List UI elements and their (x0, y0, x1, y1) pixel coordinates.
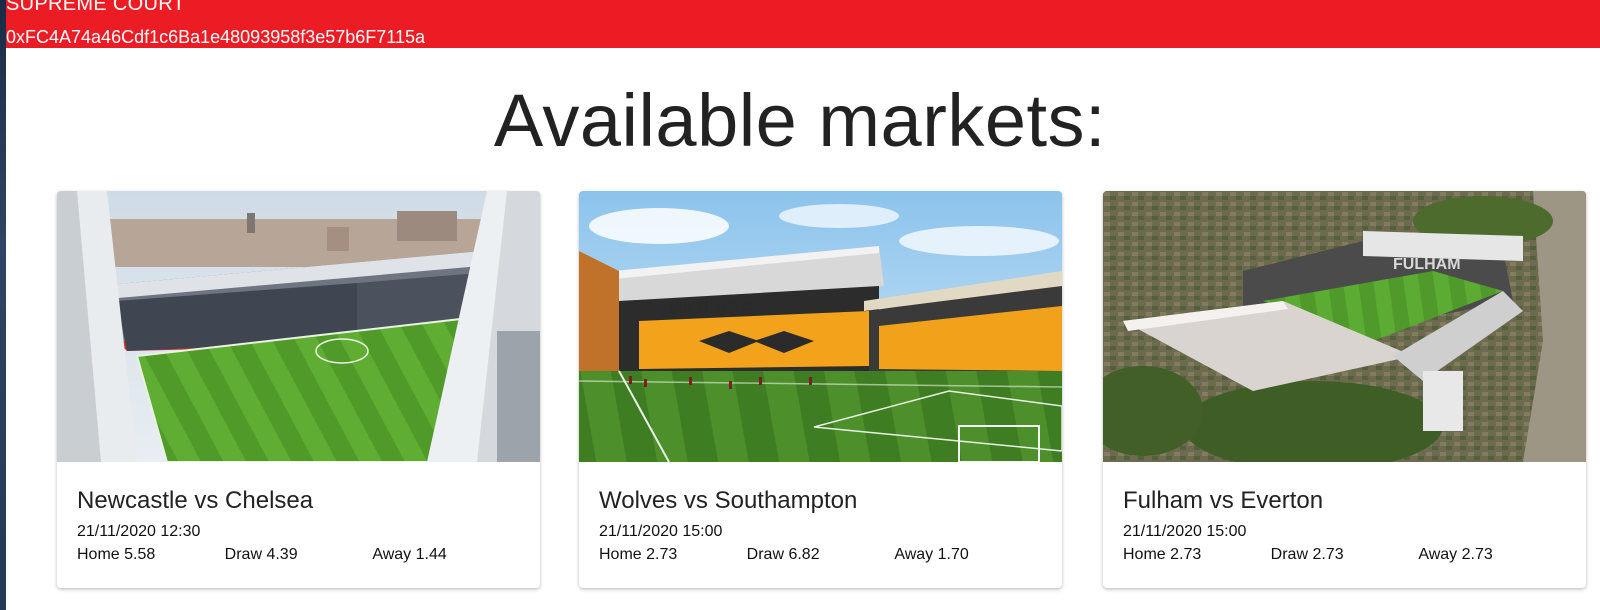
market-card-content: Newcastle vs Chelsea 21/11/2020 12:30 Ho… (57, 462, 540, 565)
match-datetime: 21/11/2020 15:00 (599, 523, 723, 540)
app-header: SUPREME COURT 0xFC4A74a46Cdf1c6Ba1e48093… (6, 0, 1600, 48)
stadium-photo-icon: WOLVES (579, 191, 1062, 462)
match-title: Newcastle vs Chelsea (77, 487, 314, 514)
market-card-wolves-southampton[interactable]: WOLVES Wolves vs Southampton 21/11/2020 … (579, 191, 1062, 588)
market-cards: Newcastle vs Chelsea 21/11/2020 12:30 Ho… (0, 191, 1600, 591)
odds-row: Home 5.58 Draw 4.39 Away 1.44 (77, 545, 520, 565)
match-title: Wolves vs Southampton (599, 487, 858, 514)
draw-odds[interactable]: Draw 6.82 (747, 545, 895, 565)
odds-row: Home 2.73 Draw 2.73 Away 2.73 (1123, 545, 1566, 565)
match-title: Fulham vs Everton (1123, 487, 1324, 514)
away-odds[interactable]: Away 1.70 (894, 545, 1042, 565)
market-card-fulham-everton[interactable]: FULHAM Fulham vs Everton 21/11/2020 15:0… (1103, 191, 1586, 588)
home-odds[interactable]: Home 2.73 (599, 545, 747, 565)
market-card-content: Wolves vs Southampton 21/11/2020 15:00 H… (579, 462, 1062, 565)
stadium-photo-icon: FULHAM (1103, 191, 1586, 462)
market-card-content: Fulham vs Everton 21/11/2020 15:00 Home … (1103, 462, 1586, 565)
match-datetime: 21/11/2020 12:30 (77, 523, 201, 540)
app-title: SUPREME COURT (6, 0, 186, 15)
home-odds[interactable]: Home 5.58 (77, 545, 225, 565)
away-odds[interactable]: Away 2.73 (1418, 545, 1566, 565)
draw-odds[interactable]: Draw 4.39 (225, 545, 373, 565)
stadium-photo-icon (57, 191, 540, 462)
page-title: Available markets: (493, 79, 1107, 162)
stand-lettering-fulham: FULHAM (1393, 256, 1461, 273)
market-card-newcastle-chelsea[interactable]: Newcastle vs Chelsea 21/11/2020 12:30 Ho… (57, 191, 540, 588)
wallet-address: 0xFC4A74a46Cdf1c6Ba1e48093958f3e57b6F711… (6, 27, 426, 47)
stadium-image: FULHAM (1103, 191, 1586, 462)
stadium-image: WOLVES (579, 191, 1062, 462)
stand-lettering-wolves: WOLVES (669, 299, 754, 321)
draw-odds[interactable]: Draw 2.73 (1271, 545, 1419, 565)
away-odds[interactable]: Away 1.44 (372, 545, 520, 565)
odds-row: Home 2.73 Draw 6.82 Away 1.70 (599, 545, 1042, 565)
home-odds[interactable]: Home 2.73 (1123, 545, 1271, 565)
stadium-image (57, 191, 540, 462)
match-datetime: 21/11/2020 15:00 (1123, 523, 1247, 540)
